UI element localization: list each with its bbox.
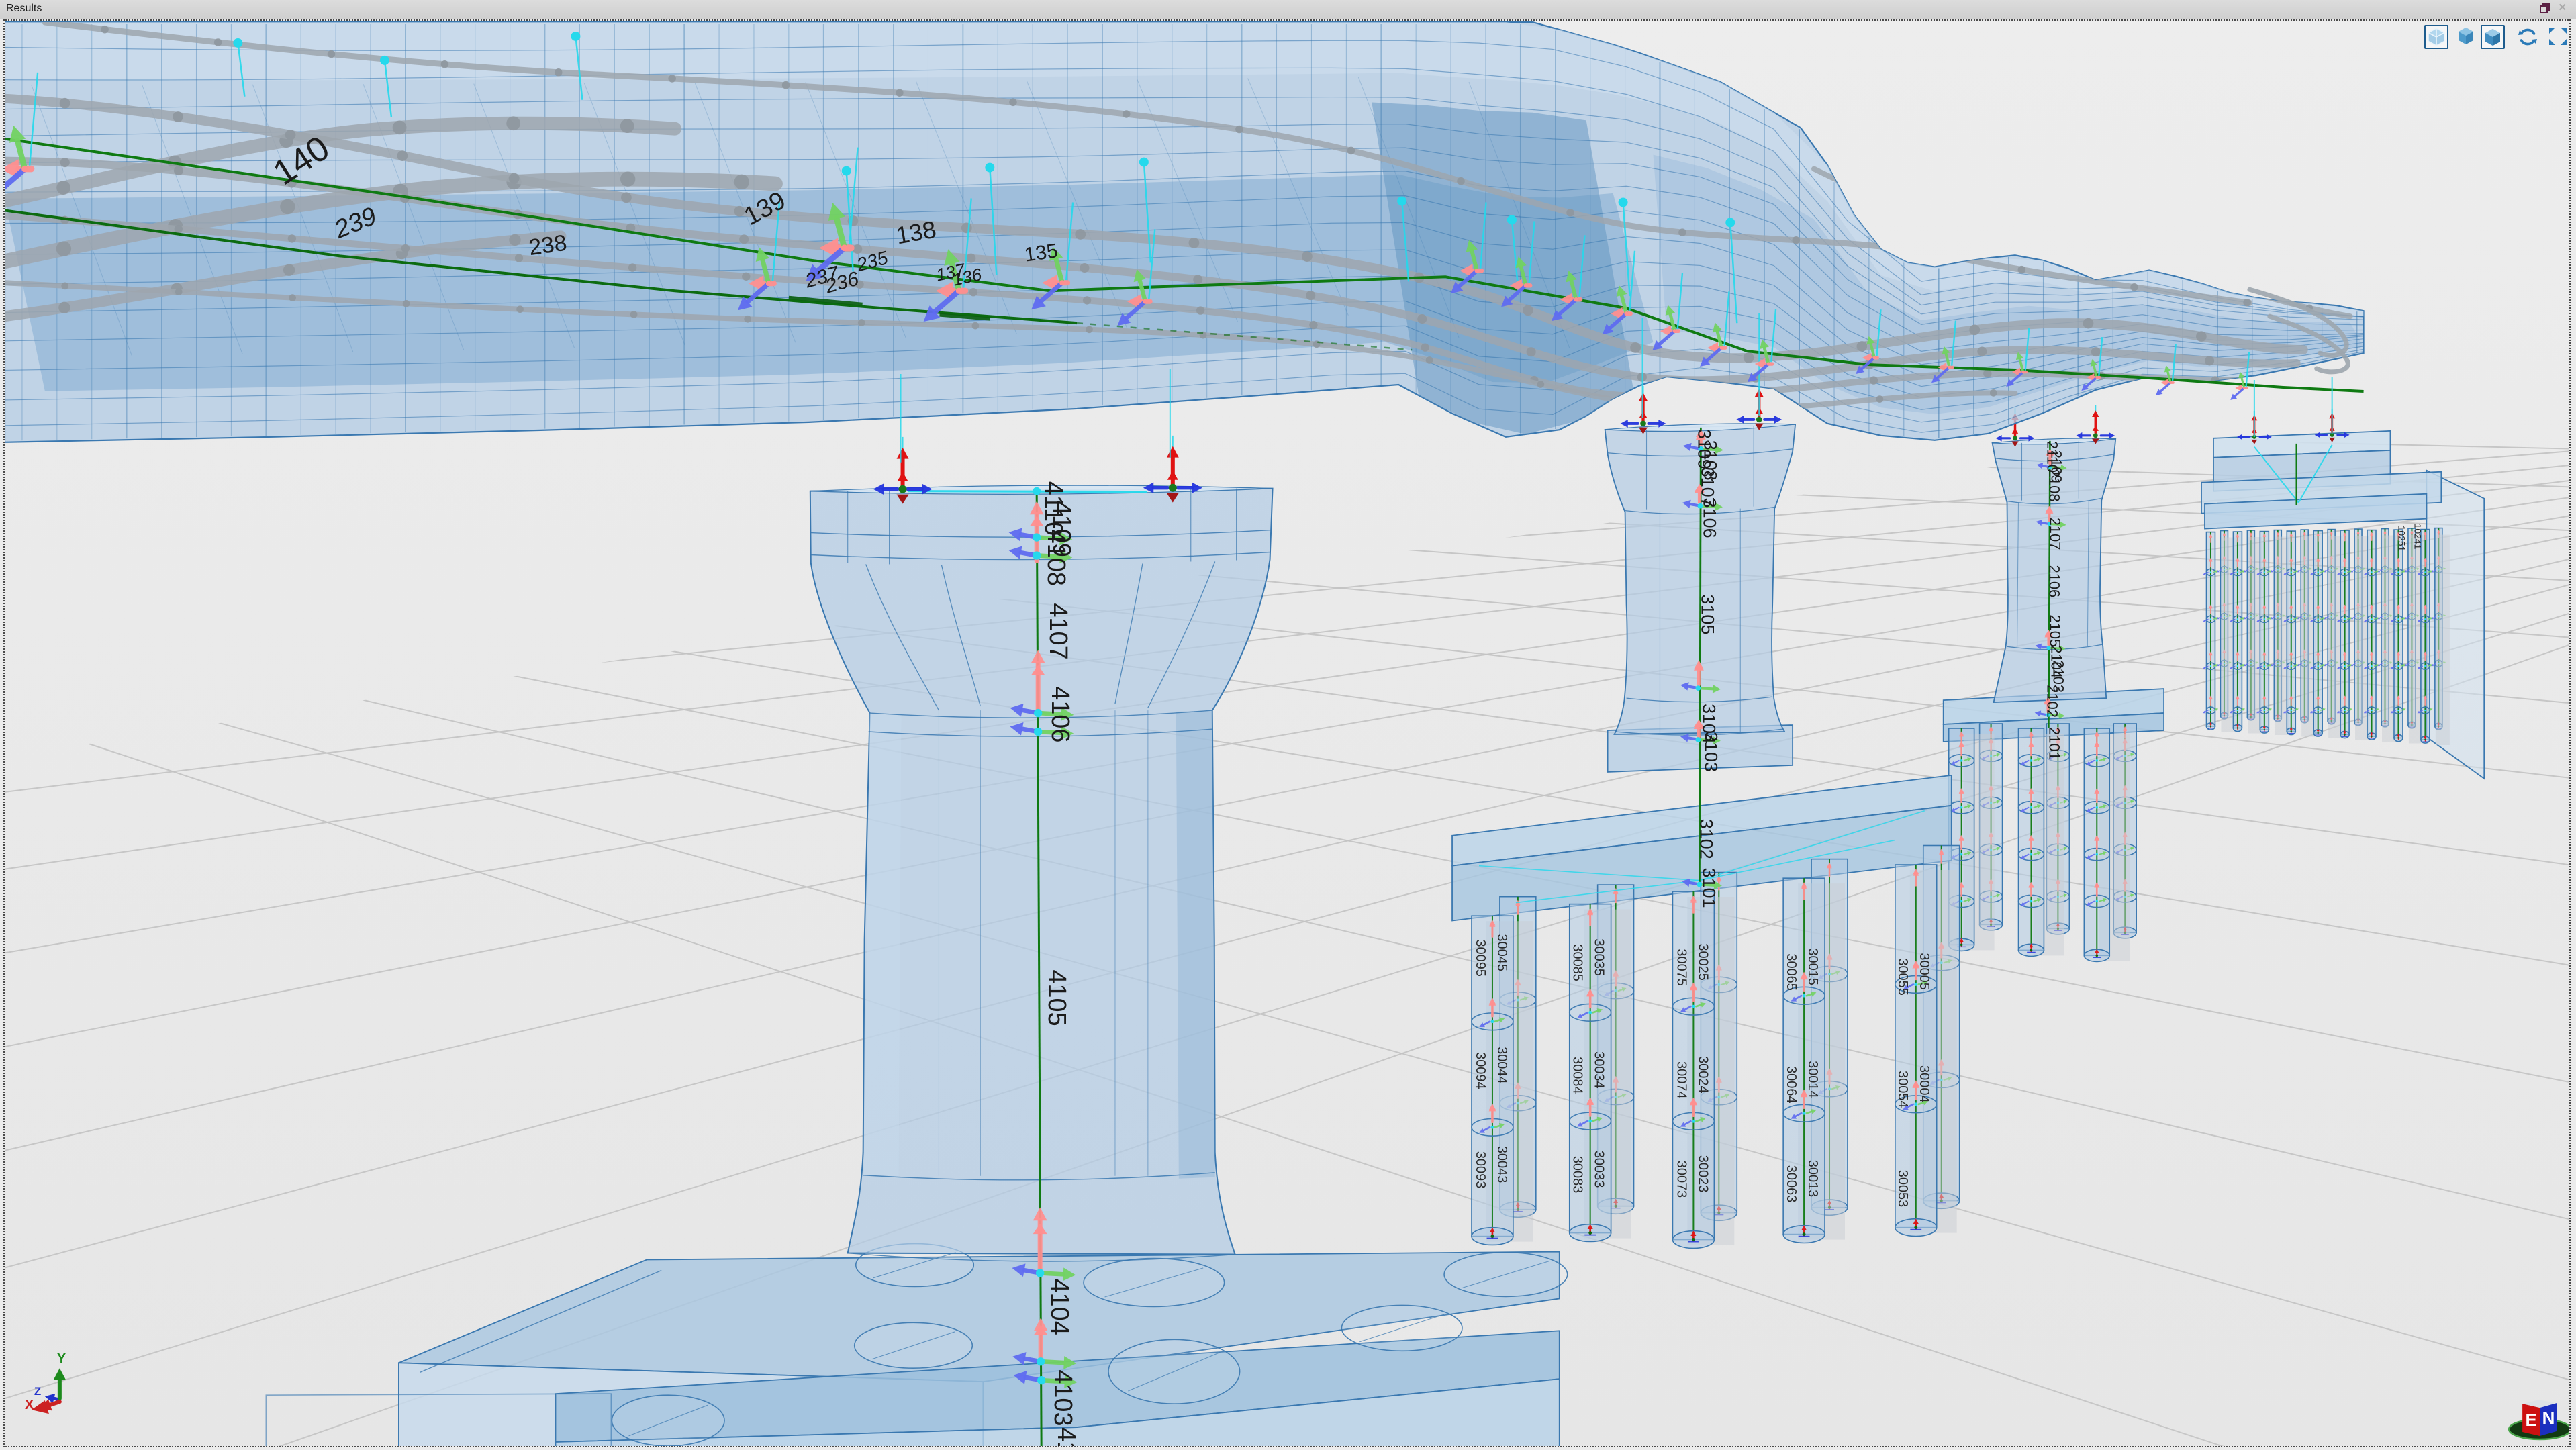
element-label: 30023 [1695,1155,1710,1192]
element-label: 3103 [1701,732,1721,772]
close-window-icon[interactable]: ✕ [2558,3,2567,15]
element-label: 4106 [1046,686,1074,742]
wireframe-cube-icon [2426,26,2447,48]
view-fit-screen-button[interactable] [2546,25,2571,49]
refresh-icon [2516,25,2540,49]
element-label: 4108 [1042,530,1070,586]
nav-cube-east-face: E [2525,1411,2536,1430]
axis-label: Y [57,1351,66,1366]
element-label: 10251 [2396,526,2407,552]
element-label: 30065 [1784,953,1799,990]
nav-cube-north-face: N [2542,1409,2555,1428]
element-label: 4104 [1045,1278,1074,1335]
element-label: 3101 [1699,868,1719,908]
element-label: 30075 [1674,949,1688,985]
element-label: 2102 [2044,685,2060,718]
element-label: 30005 [1917,953,1931,989]
title-bar: Results ✕ [0,0,2576,19]
element-label: 30063 [1784,1165,1799,1202]
element-label: 30083 [1570,1156,1585,1193]
axis-label: X [25,1398,34,1412]
element-label: 30035 [1592,938,1607,975]
element-label: 30095 [1473,939,1488,976]
element-label: 2101 [2046,727,2062,760]
element-label: 30073 [1674,1161,1688,1198]
element-label: 30014 [1805,1061,1820,1098]
element-label: 135 [1023,240,1059,267]
element-label: 30044 [1494,1047,1509,1083]
element-label: 30074 [1674,1061,1688,1098]
element-label: 3106 [1699,498,1719,538]
element-label: 4105 [1043,969,1071,1026]
window-controls: ✕ [2540,3,2567,15]
element-label: 30093 [1473,1151,1488,1188]
view-wireframe-cube-button[interactable] [2424,25,2448,49]
element-label: 30015 [1805,948,1820,985]
pier-1 [266,436,1567,1446]
results-3d-viewport[interactable]: 1402392381392372362351381371361354110410… [3,19,2571,1447]
abutment [2201,409,2484,779]
element-label: 2108 [2046,469,2062,502]
element-label: 41 [1052,1427,1080,1446]
element-label: 30045 [1494,934,1509,971]
element-label: 30024 [1695,1056,1710,1093]
element-label: 2105 [2046,614,2063,647]
element-label: 30025 [1695,943,1710,980]
element-label: 30043 [1494,1146,1509,1183]
element-label: 30094 [1473,1052,1488,1089]
element-label: 30004 [1917,1065,1931,1102]
axis-label: Z [34,1385,41,1398]
element-label: 30085 [1570,944,1585,981]
element-label: 30055 [1895,958,1910,995]
element-label: 30053 [1895,1170,1910,1207]
view-solid-cube-button[interactable] [2455,25,2479,49]
element-label: 238 [527,230,568,261]
view-solid-cube-outlined-button[interactable] [2481,25,2505,49]
element-label: 4107 [1044,603,1072,659]
element-label: 30084 [1570,1057,1585,1094]
element-label: 30064 [1784,1066,1799,1103]
element-label: 10241 [2412,524,2423,550]
viewport-3d-scene: 1402392381392372362351381371361354110410… [5,21,2569,1446]
solid-cube-icon [2455,25,2477,46]
element-label: 2106 [2046,565,2062,597]
axis-triad: Y ZX [25,1351,66,1414]
solid-cube-outlined-icon [2482,26,2503,48]
restore-window-icon[interactable] [2540,3,2548,12]
nav-cube[interactable]: EN [2509,1400,2569,1439]
element-label: 30013 [1805,1160,1820,1197]
element-label: 3105 [1697,594,1717,634]
element-label: 2107 [2046,518,2063,550]
element-label: 3102 [1696,819,1716,859]
element-label: 4103 [1049,1369,1077,1426]
element-label: 30054 [1895,1071,1910,1108]
view-refresh-button[interactable] [2516,25,2540,49]
fit-screen-icon [2546,25,2569,48]
element-label: 30033 [1592,1151,1607,1188]
window-title: Results [6,3,42,15]
element-label: 30034 [1592,1051,1607,1088]
